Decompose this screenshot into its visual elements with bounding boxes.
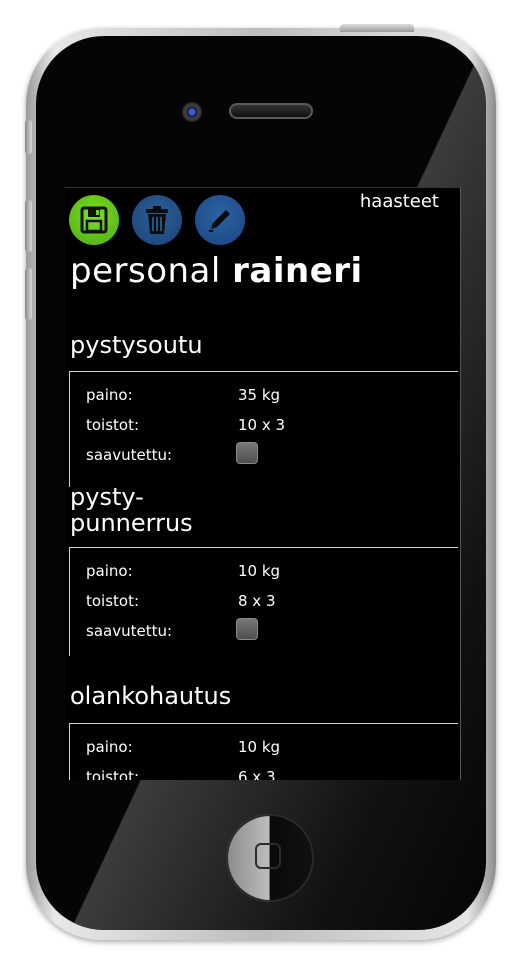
weight-label: paino: — [86, 562, 133, 580]
weight-label: paino: — [86, 386, 133, 404]
floppy-disk-icon — [80, 206, 108, 234]
reps-value: 8 x 3 — [238, 592, 276, 610]
achieved-label: saavutettu: — [86, 446, 173, 464]
power-button[interactable] — [340, 24, 414, 32]
exercise-card: paino: 10 kg toistot: 6 x 3 — [69, 723, 458, 780]
achieved-checkbox[interactable] — [236, 442, 258, 464]
pencil-icon — [209, 210, 230, 232]
exercise-title-line: pystysoutu — [70, 331, 203, 359]
exercise-title: pystysoutu — [70, 332, 203, 358]
exercise-title: pysty- punnerrus — [70, 484, 193, 536]
volume-up-button[interactable] — [25, 200, 32, 252]
exercise-card: paino: 35 kg toistot: 10 x 3 saavutettu: — [69, 371, 458, 487]
exercise-title-line: punnerrus — [70, 509, 193, 537]
save-button[interactable] — [69, 195, 119, 245]
volume-down-button[interactable] — [25, 268, 32, 320]
weight-value: 35 kg — [238, 386, 281, 404]
exercise-title: olankohautus — [70, 683, 231, 709]
earpiece-speaker — [229, 103, 313, 119]
home-button[interactable] — [226, 814, 314, 902]
achieved-label: saavutettu: — [86, 622, 173, 640]
achieved-checkbox[interactable] — [236, 618, 258, 640]
reps-value: 6 x 3 — [238, 768, 276, 780]
edit-button[interactable] — [195, 195, 245, 245]
page-title-bold: raineri — [232, 251, 363, 291]
front-camera — [182, 102, 202, 122]
reps-value: 10 x 3 — [238, 416, 286, 434]
weight-label: paino: — [86, 738, 133, 756]
exercise-title-line: olankohautus — [70, 682, 232, 710]
exercise-title-line: pysty- — [70, 483, 144, 511]
page-title-light: personal — [70, 251, 221, 291]
weight-value: 10 kg — [238, 562, 281, 580]
trash-icon — [146, 206, 168, 234]
app-screen: haasteet personal raineri pystysoutu pai… — [65, 187, 461, 780]
weight-value: 10 kg — [238, 738, 281, 756]
mute-switch[interactable] — [25, 120, 32, 154]
screen-right-border — [460, 187, 461, 780]
challenges-link[interactable]: haasteet — [360, 191, 439, 212]
exercise-card: paino: 10 kg toistot: 8 x 3 saavutettu: — [69, 547, 458, 656]
home-square-icon — [255, 843, 281, 869]
reps-label: toistot: — [86, 768, 140, 780]
reps-label: toistot: — [86, 592, 140, 610]
reps-label: toistot: — [86, 416, 140, 434]
page-title: personal raineri — [70, 251, 363, 291]
delete-button[interactable] — [132, 195, 182, 245]
screen-top-line — [65, 187, 461, 188]
